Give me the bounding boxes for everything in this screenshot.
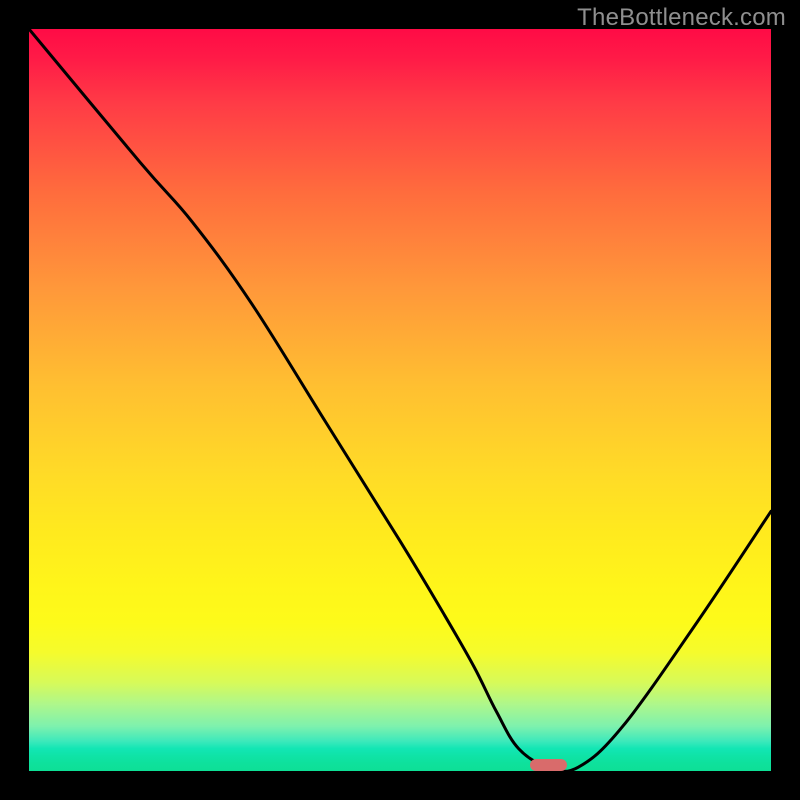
watermark-text: TheBottleneck.com (577, 4, 786, 32)
plot-area (29, 29, 771, 771)
outer-frame: TheBottleneck.com (0, 0, 800, 800)
bottleneck-curve (29, 29, 771, 771)
optimal-marker (530, 759, 567, 771)
